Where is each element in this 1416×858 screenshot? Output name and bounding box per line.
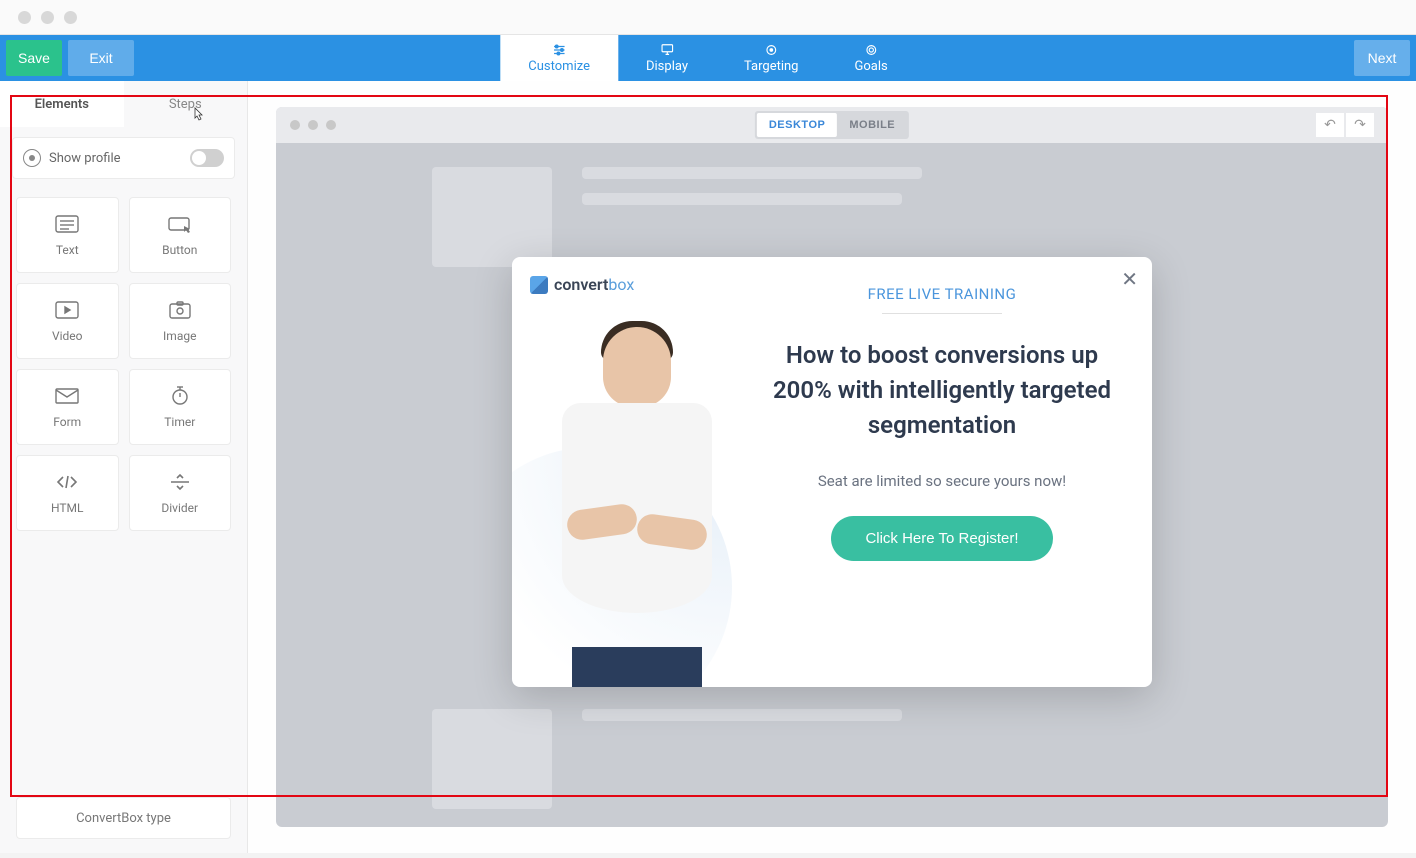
save-button[interactable]: Save [6,40,62,76]
popup[interactable]: ✕ convertbox [512,257,1152,687]
tab-label: Goals [854,59,887,74]
element-label: Button [162,243,197,257]
tab-display[interactable]: Display [618,35,716,81]
profile-icon [23,149,41,167]
tab-customize[interactable]: Customize [500,35,618,81]
form-icon [54,385,80,407]
brand-text-a: convert [554,275,608,294]
next-button[interactable]: Next [1354,40,1410,76]
element-html[interactable]: HTML [16,455,119,531]
element-image[interactable]: Image [129,283,232,359]
element-label: Image [163,329,196,343]
element-timer[interactable]: Timer [129,369,232,445]
chrome-dot [308,120,318,130]
chrome-dot [326,120,336,130]
chrome-dot [290,120,300,130]
placeholder-line [582,709,902,721]
tab-targeting[interactable]: Targeting [716,35,826,81]
element-form[interactable]: Form [16,369,119,445]
popup-content: FREE LIVE TRAINING How to boost conversi… [752,257,1152,687]
text-icon [54,213,80,235]
popup-subtext: Seat are limited so secure yours now! [762,472,1122,490]
target-icon [863,43,879,57]
show-profile-toggle[interactable] [190,149,224,167]
sidebar-tab-elements[interactable]: Elements [0,81,124,127]
placeholder-block [432,167,552,267]
html-icon [54,471,80,493]
nav-tabs: Customize Display Targeting Goals [500,35,915,81]
tab-goals[interactable]: Goals [826,35,915,81]
sliders-icon [551,43,567,57]
chrome-dot [18,11,31,24]
popup-heading: How to boost conversions up 200% with in… [762,338,1122,442]
element-button[interactable]: Button [129,197,232,273]
device-mobile[interactable]: MOBILE [837,113,907,137]
crosshair-icon [763,43,779,57]
element-label: Video [52,329,83,343]
device-switch: DESKTOP MOBILE [755,111,909,139]
undo-button[interactable]: ↶ [1316,113,1344,137]
button-icon [167,213,193,235]
element-divider[interactable]: Divider [129,455,232,531]
chrome-dot [64,11,77,24]
elements-grid: Text Button Video Image Form Timer [0,179,247,549]
close-icon: ✕ [1121,269,1138,291]
element-video[interactable]: Video [16,283,119,359]
person-image [552,327,722,687]
element-label: Divider [161,501,198,515]
placeholder-line [582,193,902,205]
sidebar-tab-steps[interactable]: Steps [124,81,248,127]
element-label: HTML [51,501,84,515]
video-icon [54,299,80,321]
preview-chrome: DESKTOP MOBILE ↶ ↷ [276,107,1388,143]
separator [882,313,1002,314]
tab-label: Customize [528,59,590,74]
redo-button[interactable]: ↷ [1346,113,1374,137]
topbar: Save Exit Customize Display Targeting G [0,35,1416,81]
convertbox-type-button[interactable]: ConvertBox type [16,797,231,839]
undo-icon: ↶ [1324,117,1336,133]
element-label: Form [53,415,81,429]
browser-chrome [0,0,1416,35]
timer-icon [167,385,193,407]
popup-left: convertbox [512,257,752,687]
element-label: Timer [164,415,195,429]
register-button[interactable]: Click Here To Register! [831,516,1052,561]
show-profile-label: Show profile [49,151,190,166]
close-button[interactable]: ✕ [1121,267,1138,292]
monitor-icon [659,43,675,57]
element-label: Text [56,243,79,257]
device-desktop[interactable]: DESKTOP [757,113,837,137]
redo-icon: ↷ [1354,117,1366,133]
tab-label: Targeting [744,59,798,74]
chrome-dot [41,11,54,24]
cursor-pointer-icon [191,107,205,127]
exit-button[interactable]: Exit [68,40,134,76]
canvas: DESKTOP MOBILE ↶ ↷ [248,81,1416,853]
brand-text-b: box [608,275,634,294]
placeholder-line [582,167,922,179]
show-profile-row: Show profile [12,137,235,179]
popup-tag: FREE LIVE TRAINING [762,285,1122,303]
divider-icon [167,471,193,493]
preview-frame: DESKTOP MOBILE ↶ ↷ [276,107,1388,827]
tab-label: Display [646,59,688,74]
sidebar: Elements Steps Show profile Text Button [0,81,248,853]
placeholder-block [432,709,552,809]
logo-mark-icon [530,276,548,294]
brand-logo: convertbox [512,257,752,294]
element-text[interactable]: Text [16,197,119,273]
image-icon [167,299,193,321]
